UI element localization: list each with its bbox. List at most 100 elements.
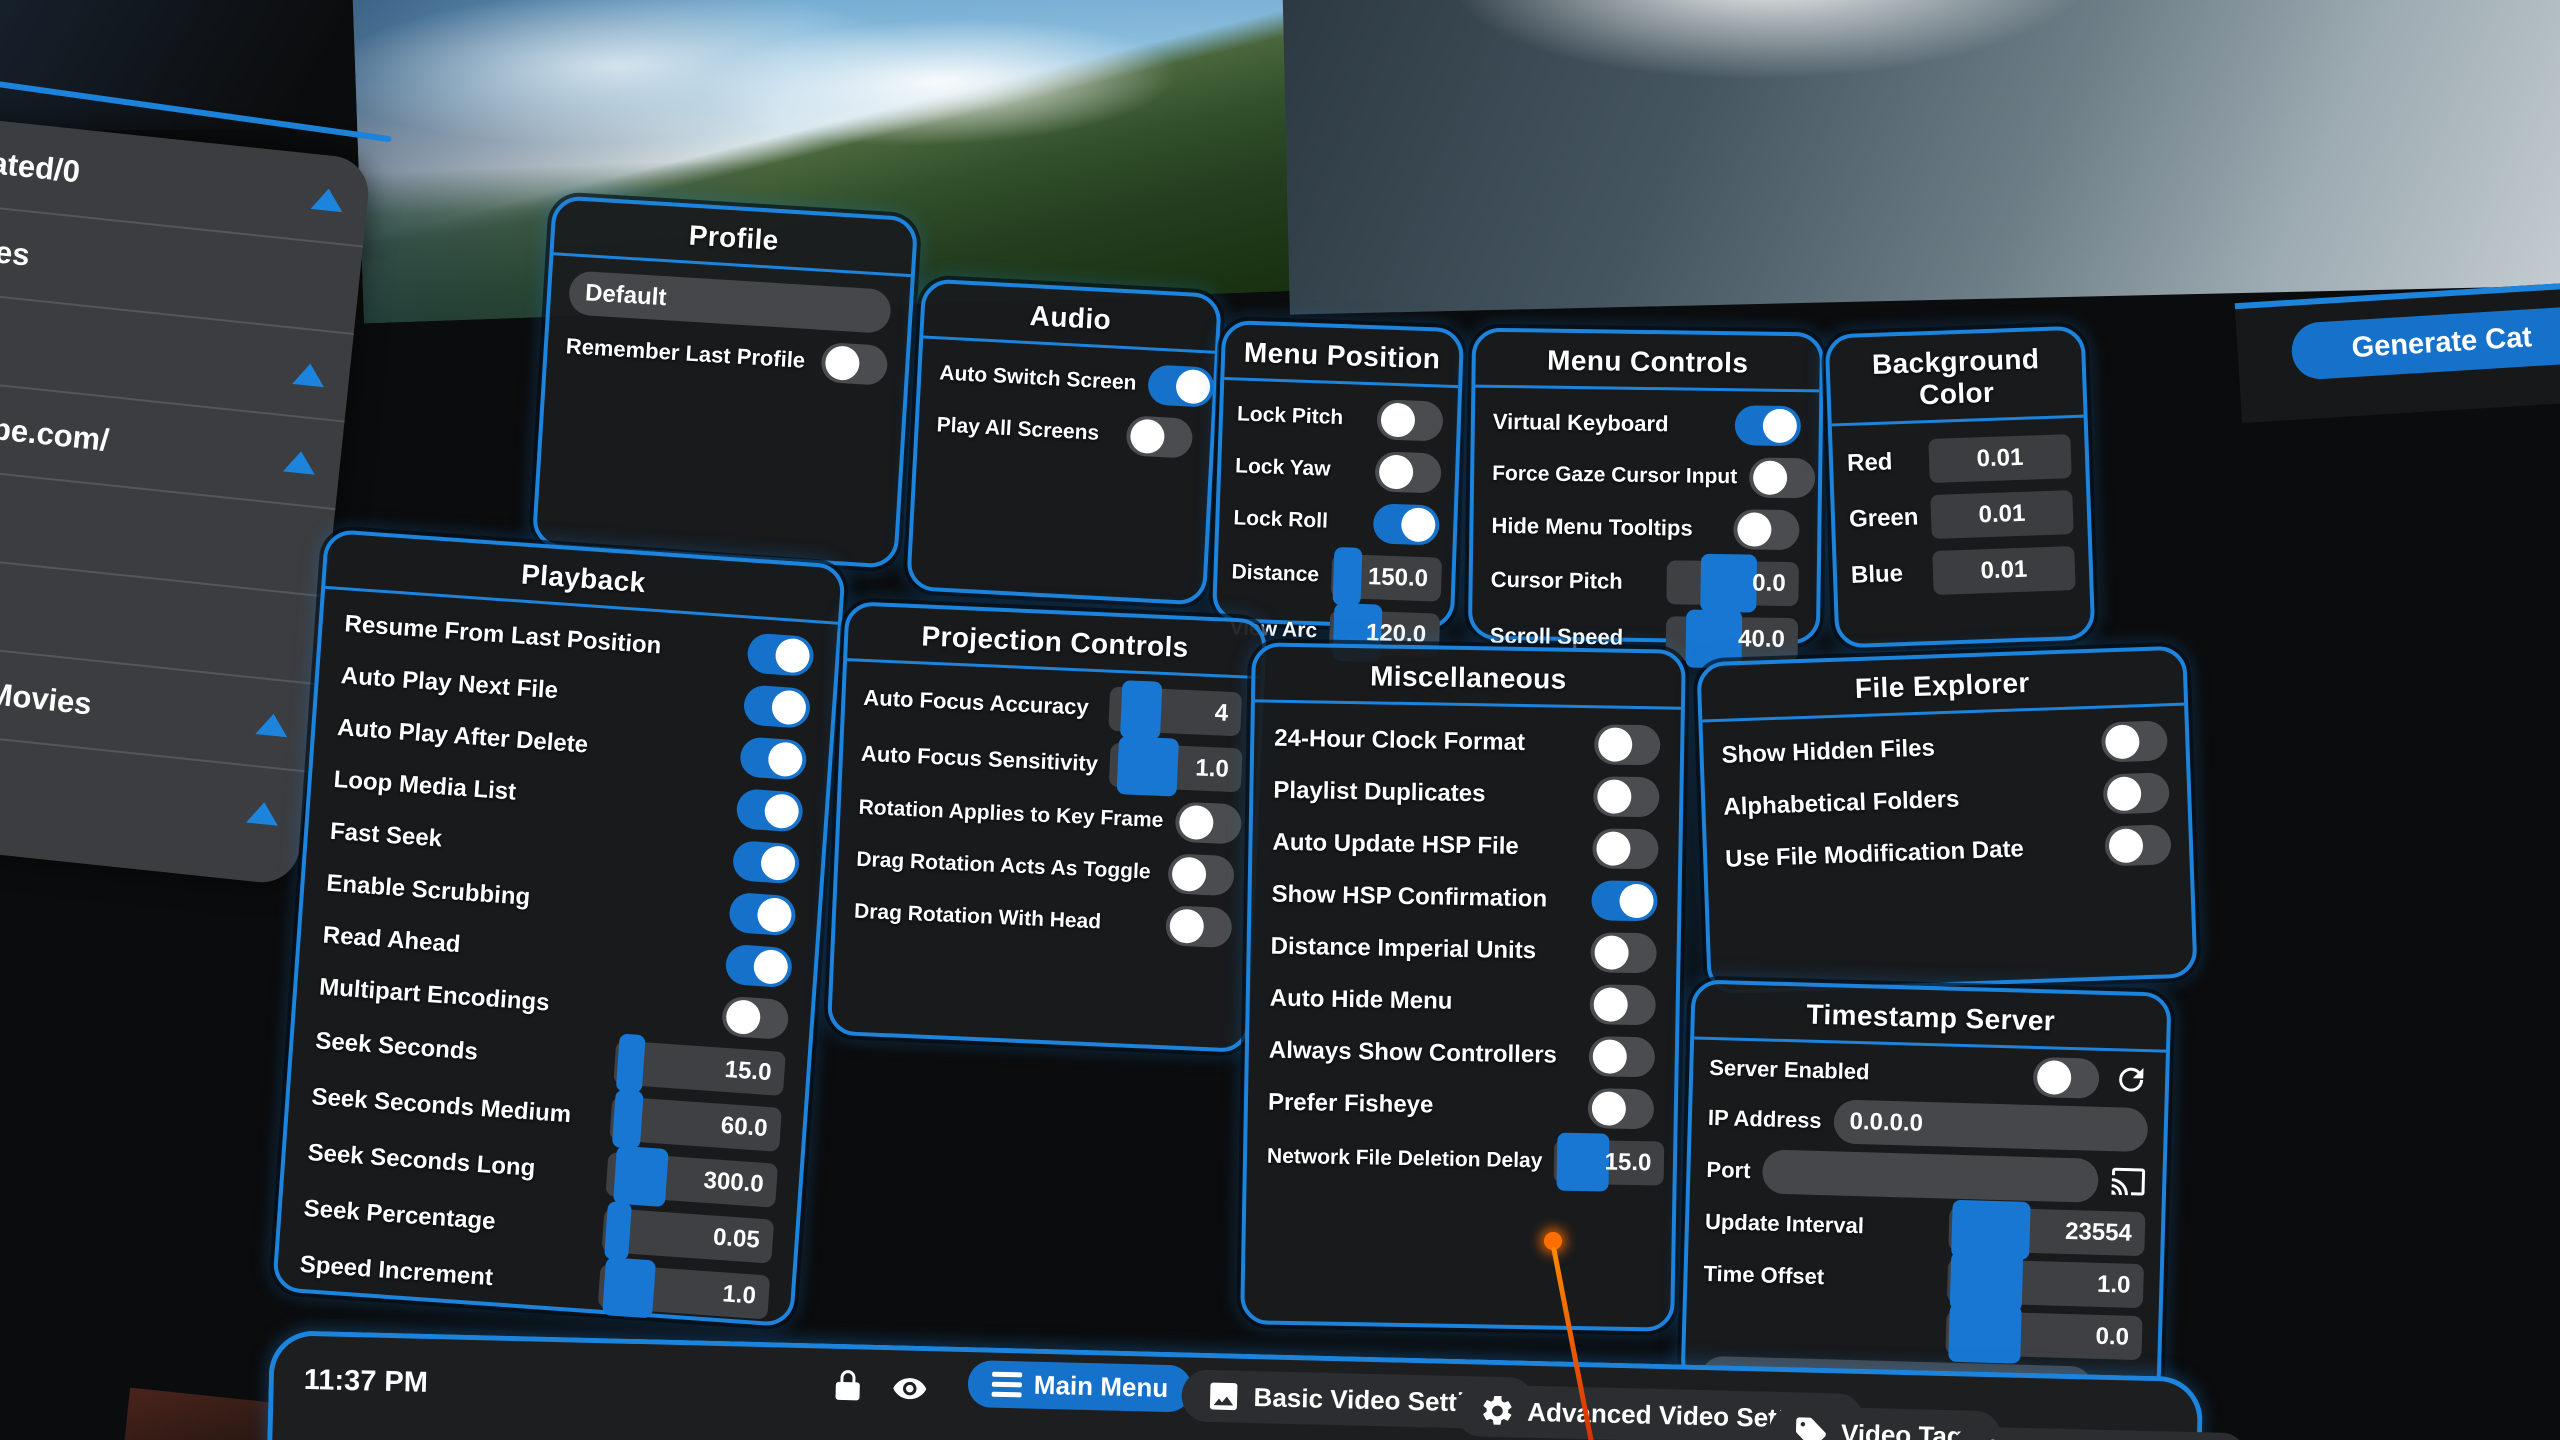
toggle-prefer-fisheye[interactable]	[1588, 1088, 1655, 1129]
toggle-resume-from-last-position[interactable]	[746, 633, 815, 678]
toggle-rotation-applies-to-key-frame[interactable]	[1174, 802, 1242, 845]
panel-miscellaneous: Miscellaneous 24-Hour Clock Format Playl…	[1240, 642, 1686, 1331]
toggle-auto-switch-screen[interactable]	[1147, 364, 1215, 407]
toggle-enable-scrubbing[interactable]	[728, 892, 797, 937]
collapse-arrow-icon[interactable]	[255, 712, 289, 737]
field-green[interactable]: 0.01	[1930, 490, 2073, 539]
slider-scroll-speed[interactable]: 40.0	[1666, 616, 1799, 662]
setting-row: Playlist Duplicates	[1273, 765, 1660, 824]
setting-label: Cursor Pitch	[1490, 567, 1622, 595]
slider-cursor-pitch[interactable]: 0.0	[1666, 560, 1799, 606]
toggle-fast-seek[interactable]	[732, 840, 801, 885]
toggle-distance-imperial-units[interactable]	[1590, 932, 1657, 973]
toggle-auto-play-next-file[interactable]	[743, 684, 812, 729]
main-menu-button[interactable]: Main Menu	[967, 1360, 1192, 1412]
setting-row: Lock Roll	[1233, 492, 1441, 551]
setting-label: Multipart Encodings	[318, 973, 550, 1017]
slider-handle[interactable]	[616, 1033, 646, 1093]
panel-audio: Audio Auto Switch Screen Play All Screen…	[906, 278, 1222, 605]
slider-handle[interactable]	[1685, 610, 1742, 669]
slider-value: 15.0	[1604, 1149, 1651, 1178]
toggle-24-hour-clock-format[interactable]	[1594, 724, 1661, 765]
collapse-arrow-icon[interactable]	[311, 187, 345, 212]
slider-auto-focus-accuracy[interactable]: 4	[1108, 687, 1242, 737]
panel-menu-position: Menu Position Lock Pitch Lock Yaw Lock R…	[1212, 320, 1464, 630]
slider-handle[interactable]	[1120, 680, 1162, 740]
field-blue[interactable]: 0.01	[1932, 546, 2075, 595]
slider-distance[interactable]: 150.0	[1330, 554, 1441, 602]
toggle-multipart-encodings[interactable]	[721, 996, 790, 1041]
refresh-icon[interactable]	[2113, 1061, 2150, 1098]
setting-label: Force Gaze Cursor Input	[1492, 462, 1737, 489]
slider-handle[interactable]	[1950, 1252, 2024, 1312]
slider-speed-increment[interactable]: 1.0	[598, 1264, 771, 1320]
ip-address-field[interactable]: 0.0.0.0	[1833, 1099, 2148, 1152]
setting-label: Port	[1706, 1157, 1751, 1184]
toggle-auto-play-after-delete[interactable]	[739, 736, 808, 781]
slider-handle[interactable]	[602, 1257, 656, 1318]
slider-seek-seconds-medium[interactable]: 60.0	[609, 1096, 782, 1152]
toggle-read-ahead[interactable]	[725, 944, 794, 989]
toggle-show-hidden-files[interactable]	[2101, 720, 2168, 762]
toggle-playlist-duplicates[interactable]	[1593, 776, 1660, 817]
slider-handle[interactable]	[612, 1089, 644, 1149]
toggle-force-gaze-cursor-input[interactable]	[1749, 457, 1816, 498]
toggle-knob	[1593, 987, 1628, 1022]
generate-catalog-button[interactable]: Generate Cat	[2290, 306, 2560, 381]
cast-icon[interactable]	[2110, 1163, 2147, 1200]
toggle-lock-pitch[interactable]	[1376, 399, 1443, 441]
toggle-hide-menu-tooltips[interactable]	[1733, 509, 1800, 550]
lock-icon[interactable]	[829, 1367, 866, 1404]
toggle-loop-media-list[interactable]	[735, 788, 804, 833]
generate-catalog-label: Generate Cat	[2351, 321, 2533, 365]
toggle-auto-hide-menu[interactable]	[1589, 984, 1656, 1025]
setting-row: Show HSP Confirmation	[1271, 869, 1658, 928]
slider-handle[interactable]	[1948, 1304, 2022, 1364]
toggle-knob	[1130, 418, 1166, 454]
setting-label: Auto Focus Sensitivity	[860, 741, 1098, 777]
toggle-drag-rotation-acts-as-toggle[interactable]	[1167, 853, 1235, 896]
setting-label: Auto Play Next File	[340, 662, 559, 705]
panel-playback: Playback Resume From Last Position Auto …	[272, 529, 846, 1328]
toggle-show-hsp-confirmation[interactable]	[1591, 880, 1658, 921]
slider-seek-seconds-long[interactable]: 300.0	[605, 1152, 778, 1208]
toggle-auto-update-hsp-file[interactable]	[1592, 828, 1659, 869]
port-field[interactable]	[1762, 1149, 2099, 1202]
slider-handle[interactable]	[604, 1201, 632, 1261]
toggle-lock-yaw[interactable]	[1374, 451, 1441, 493]
toggle-server-enabled[interactable]	[2033, 1057, 2100, 1099]
setting-label: Green	[1849, 503, 1919, 533]
slider-update-interval[interactable]: 23554	[1948, 1207, 2145, 1256]
slider-handle[interactable]	[613, 1146, 669, 1207]
slider-time-offset[interactable]: 1.0	[1947, 1259, 2144, 1308]
collapse-arrow-icon[interactable]	[246, 801, 280, 826]
collapse-arrow-icon[interactable]	[283, 450, 317, 475]
toggle-drag-rotation-with-head[interactable]	[1165, 905, 1233, 948]
toggle-always-show-controllers[interactable]	[1588, 1036, 1655, 1077]
collapse-arrow-icon[interactable]	[292, 362, 326, 387]
slider-handle[interactable]	[1557, 1133, 1610, 1192]
toggle-knob	[824, 345, 860, 381]
exit-heresphere-button[interactable]: Exit HereSphere	[1950, 1426, 2248, 1440]
eye-icon[interactable]	[891, 1370, 928, 1407]
slider-seek-seconds[interactable]: 15.0	[613, 1040, 786, 1096]
slider-extra-offset[interactable]: 0.0	[1945, 1311, 2142, 1360]
slider-handle[interactable]	[1117, 736, 1179, 797]
slider-handle[interactable]	[1951, 1200, 2031, 1260]
toggle-use-file-modification-date[interactable]	[2104, 824, 2171, 866]
slider-auto-focus-sensitivity[interactable]: 1.0	[1109, 743, 1243, 793]
slider-seek-percentage[interactable]: 0.05	[602, 1208, 775, 1264]
toggle-play-all-screens[interactable]	[1125, 415, 1193, 458]
toggle-alphabetical-folders[interactable]	[2103, 772, 2170, 814]
toggle-lock-roll[interactable]	[1373, 503, 1440, 545]
toggle-remember-last-profile[interactable]	[820, 342, 888, 386]
slider-handle[interactable]	[1700, 554, 1757, 613]
slider-network-file-deletion-delay[interactable]: 15.0	[1554, 1140, 1665, 1186]
field-red[interactable]: 0.01	[1928, 434, 2071, 483]
toggle-knob	[1597, 779, 1632, 814]
star-rating[interactable]: ★★★★★	[1043, 1434, 1272, 1440]
setting-label: Drag Rotation With Head	[854, 900, 1102, 935]
slider-handle[interactable]	[1332, 547, 1362, 606]
setting-label: Loop Media List	[333, 766, 517, 807]
toggle-virtual-keyboard[interactable]	[1735, 405, 1802, 446]
